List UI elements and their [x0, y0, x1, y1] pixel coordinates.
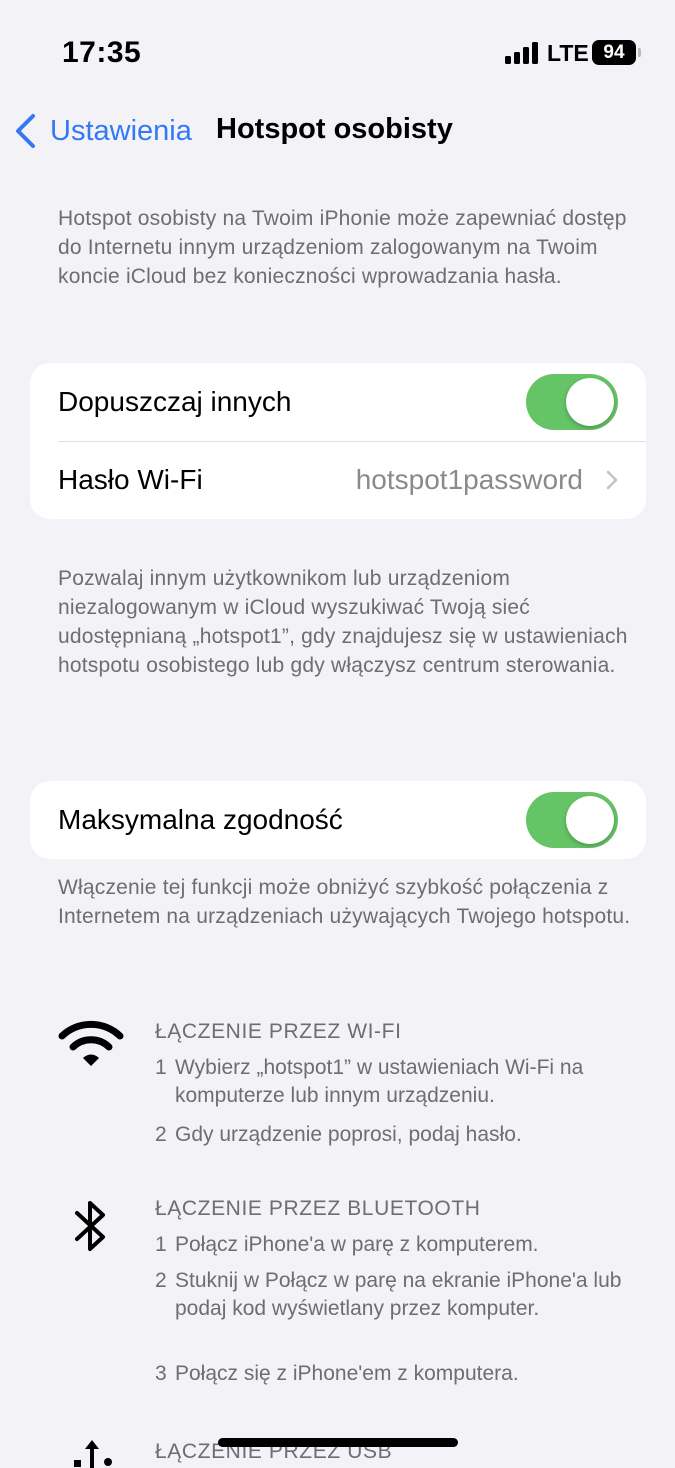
chevron-right-icon: [606, 470, 618, 490]
max-compat-row: Maksymalna zgodność: [30, 781, 646, 859]
wifi-step-2: 2 Gdy urządzenie poprosi, podaj hasło.: [155, 1123, 522, 1146]
intro-text: Hotspot osobisty na Twoim iPhonie może z…: [58, 207, 627, 288]
max-compat-toggle[interactable]: [526, 792, 618, 848]
wifi-icon: [58, 1020, 124, 1066]
wifi-step-1: 1 Wybierz „hotspot1” w ustawieniach Wi-F…: [155, 1056, 584, 1107]
wifi-password-row[interactable]: Hasło Wi-Fi hotspot1password: [30, 441, 646, 519]
wifi-section-title: ŁĄCZENIE PRZEZ WI-FI: [155, 1020, 402, 1043]
bluetooth-step-3: 3 Połącz się z iPhone'em z komputera.: [155, 1362, 519, 1385]
compatibility-group: Maksymalna zgodność: [30, 781, 646, 859]
page-title: Hotspot osobisty: [216, 113, 453, 145]
allow-others-row: Dopuszczaj innych: [30, 363, 646, 441]
allow-others-toggle[interactable]: [526, 374, 618, 430]
battery-icon: 94: [592, 40, 636, 65]
wifi-password-label: Hasło Wi-Fi: [58, 464, 203, 495]
battery-nub: [638, 48, 641, 57]
network-type: LTE: [547, 40, 589, 66]
back-button[interactable]: Ustawienia: [14, 110, 192, 152]
hotspot-settings-group: Dopuszczaj innych Hasło Wi-Fi hotspot1pa…: [30, 363, 646, 519]
max-compat-label: Maksymalna zgodność: [58, 804, 343, 835]
bluetooth-icon: [75, 1201, 105, 1251]
back-button-label: Ustawienia: [50, 114, 192, 147]
bluetooth-step-2: 2 Stuknij w Połącz w parę na ekranie iPh…: [155, 1269, 622, 1320]
allow-others-label: Dopuszczaj innych: [58, 386, 292, 417]
chevron-left-icon: [16, 114, 35, 148]
status-time: 17:35: [62, 36, 142, 69]
bluetooth-step-1: 1 Połącz iPhone'a w parę z komputerem.: [155, 1233, 539, 1256]
allow-others-footer: Pozwalaj innym użytkownikom lub urządzen…: [58, 567, 628, 677]
usb-icon: [74, 1440, 112, 1468]
max-compat-footer: Włączenie tej funkcji może obniżyć szybk…: [58, 876, 631, 928]
signal-strength-icon: [505, 42, 541, 64]
wifi-password-value: hotspot1password: [355, 464, 583, 495]
toggle-knob: [566, 378, 614, 426]
toggle-knob: [566, 796, 614, 844]
bluetooth-section-title: ŁĄCZENIE PRZEZ BLUETOOTH: [155, 1197, 481, 1220]
home-indicator[interactable]: [218, 1438, 458, 1447]
